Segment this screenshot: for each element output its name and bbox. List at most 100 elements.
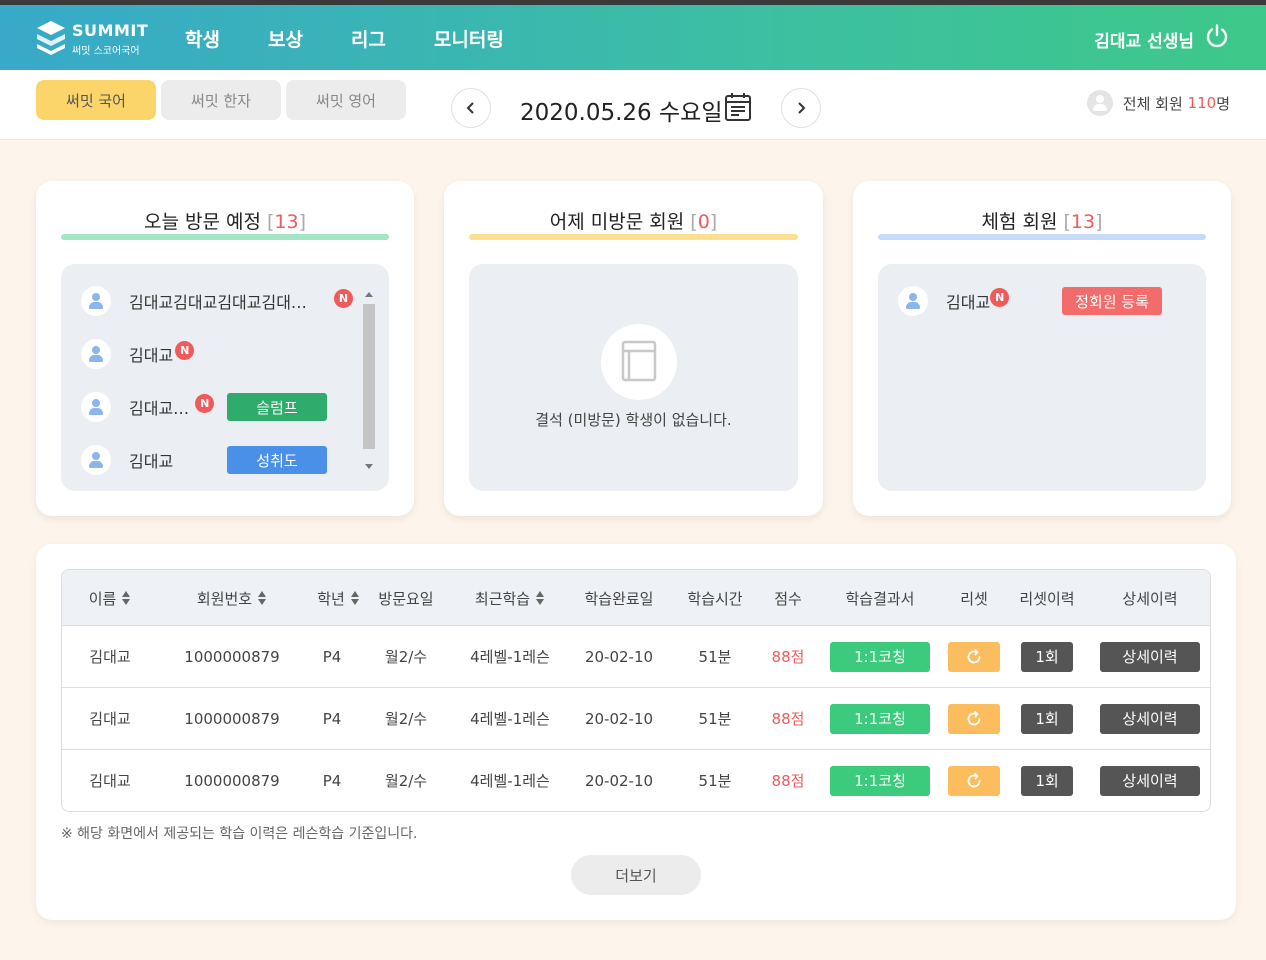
student-table: 이름 회원번호 학년 방문요일 최근학습 학습완료일 학습시간 점수 학습결과서… [61,569,1211,812]
cell-name: 김대교 [89,710,131,728]
list-scrollbar[interactable] [363,286,375,471]
detail-history-button[interactable]: 상세이력 [1100,641,1200,672]
col-name-label: 이름 [88,589,117,608]
cell-report: 1:1코칭 [815,626,945,687]
table-header: 이름 회원번호 학년 방문요일 최근학습 학습완료일 학습시간 점수 학습결과서… [62,570,1210,626]
today-visit-underline [61,234,389,240]
achievement-tag[interactable]: 성취도 [227,446,327,474]
bracket-open: [ [690,211,698,233]
bracket-close: ] [298,211,307,233]
today-visit-title-text: 오늘 방문 예정 [143,211,261,233]
total-count: 110 [1187,94,1217,112]
cell-recent: 4레벨-1레슨 [470,648,550,666]
power-icon[interactable] [1204,23,1230,49]
nav-monitoring[interactable]: 모니터링 [434,25,504,52]
detail-history-button[interactable]: 상세이력 [1100,703,1200,734]
reset-history-button[interactable]: 1회 [1021,703,1073,734]
calendar-icon[interactable] [724,92,752,122]
table-row[interactable]: 김대교 1000000879 P4 월2/수 4레벨-1레슨 20-02-10 … [62,688,1210,750]
list-item[interactable]: 김대교 N [81,337,195,371]
col-reset-history-label: 리셋이력 [1019,589,1075,608]
cell-visit-days: 월2/수 [384,648,428,666]
col-member-id[interactable]: 회원번호 [158,570,306,626]
cell-report: 1:1코칭 [815,688,945,749]
tab-summit-korean[interactable]: 써밋 국어 [36,80,156,120]
col-recent-label: 최근학습 [474,589,531,608]
trial-underline [878,234,1206,240]
col-grade[interactable]: 학년 [306,570,371,626]
cell-reset-history: 1회 [1003,626,1091,687]
cell-done-date: 20-02-10 [584,709,654,728]
sub-toolbar: 써밋 국어 써밋 한자 써밋 영어 2020.05.26 수요일 전체 회원 1… [0,70,1266,140]
col-visit-days-label: 방문요일 [378,589,434,608]
sort-icon[interactable] [258,590,267,606]
tab-summit-hanja[interactable]: 써밋 한자 [161,80,281,120]
load-more-button[interactable]: 더보기 [571,855,701,895]
cell-reset [945,626,1003,687]
logo[interactable]: SUMMIT 써밋 스코어국어 [36,18,156,60]
cell-recent: 4레벨-1레슨 [470,710,550,728]
summit-logo-icon [37,21,65,55]
sort-icon[interactable] [536,590,545,606]
refresh-icon [967,710,981,725]
col-visit-days: 방문요일 [371,570,441,626]
cell-detail: 상세이력 [1091,750,1209,811]
bracket-close: ] [1095,211,1103,233]
detail-history-button[interactable]: 상세이력 [1100,765,1200,796]
member-avatar-icon [1086,90,1113,116]
reset-history-button[interactable]: 1회 [1021,765,1073,796]
table-row[interactable]: 김대교 1000000879 P4 월2/수 4레벨-1레슨 20-02-10 … [62,750,1210,811]
total-unit: 명 [1216,94,1230,113]
nav-league[interactable]: 리그 [351,25,386,52]
col-recent[interactable]: 최근학습 [441,570,579,626]
avatar-icon [81,445,111,475]
trial-title-text: 체험 회원 [981,211,1058,233]
total-label: 전체 회원 [1122,94,1183,113]
col-study-time: 학습시간 [669,570,761,626]
table-row[interactable]: 김대교 1000000879 P4 월2/수 4레벨-1레슨 20-02-10 … [62,626,1210,688]
nav-rewards[interactable]: 보상 [268,25,303,52]
cell-name: 김대교 [89,772,131,790]
list-item[interactable]: 김대교… N [81,390,215,424]
table-note: ※ 해당 화면에서 제공되는 학습 이력은 레슨학습 기준입니다. [61,826,418,842]
sort-icon[interactable] [122,590,131,606]
notebook-icon [621,340,657,382]
absent-count: 0 [697,211,710,233]
next-date-button[interactable] [781,88,821,128]
col-member-id-label: 회원번호 [196,589,253,608]
cell-reset [945,688,1003,749]
refresh-icon [967,772,981,787]
coaching-button[interactable]: 1:1코칭 [830,641,930,672]
cell-member-id: 1000000879 [184,647,280,666]
student-table-panel: 이름 회원번호 학년 방문요일 최근학습 학습완료일 학습시간 점수 학습결과서… [36,544,1236,920]
list-item[interactable]: 김대교 [81,443,173,477]
scroll-thumb[interactable] [363,304,375,449]
sort-icon[interactable] [350,590,360,606]
nav-students[interactable]: 학생 [185,25,220,52]
trial-count: 13 [1070,211,1096,233]
col-score: 점수 [761,570,815,626]
col-study-time-label: 학습시간 [687,589,743,608]
coaching-button[interactable]: 1:1코칭 [830,703,930,734]
prev-date-button[interactable] [451,88,491,128]
reset-button[interactable] [948,703,1000,734]
scroll-up-icon[interactable] [365,292,373,297]
list-item[interactable]: 김대교김대교김대교김대… [81,284,307,318]
trial-list: 김대교 N 정회원 등록 [878,264,1206,491]
slump-tag[interactable]: 슬럼프 [227,393,327,421]
tab-summit-english[interactable]: 써밋 영어 [286,80,406,120]
reset-history-button[interactable]: 1회 [1021,641,1073,672]
col-grade-label: 학년 [317,589,345,608]
register-member-button[interactable]: 정회원 등록 [1062,287,1162,315]
logo-title: SUMMIT [72,21,149,40]
total-members: 전체 회원 110 명 [1086,90,1230,116]
cell-study-time: 51분 [698,772,732,790]
reset-button[interactable] [948,765,1000,796]
teacher-name[interactable]: 김대교 선생님 [1094,27,1194,52]
cell-detail: 상세이력 [1091,626,1209,687]
coaching-button[interactable]: 1:1코칭 [830,765,930,796]
col-name[interactable]: 이름 [62,570,158,626]
list-item[interactable]: 김대교 N [898,284,1010,318]
reset-button[interactable] [948,641,1000,672]
scroll-down-icon[interactable] [365,464,373,469]
